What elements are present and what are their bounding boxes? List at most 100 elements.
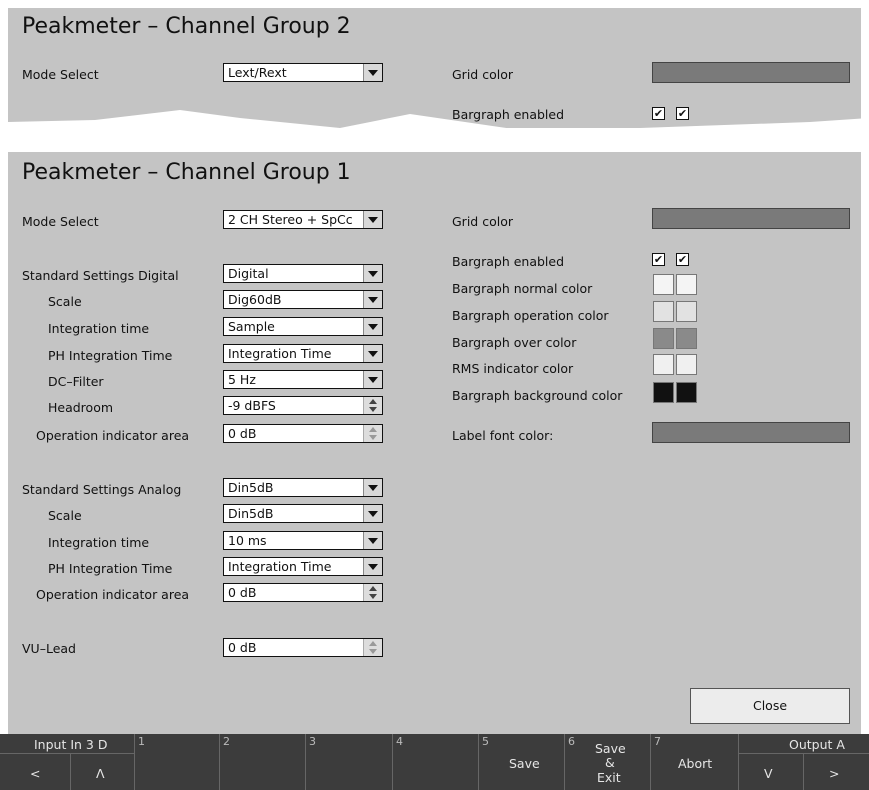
softkey-3[interactable]: 3: [306, 734, 393, 790]
standard-settings-digital-dropdown[interactable]: Digital: [223, 264, 383, 283]
standard-settings-analog-value: Din5dB: [228, 480, 274, 495]
bargraph-operation-color-left[interactable]: [653, 301, 674, 322]
chevron-down-icon: [363, 505, 382, 522]
label-font-color-label: Label font color:: [452, 428, 554, 443]
softkey-number: 1: [138, 735, 145, 748]
softkey-4[interactable]: 4: [393, 734, 479, 790]
chevron-down-icon: [363, 265, 382, 282]
next-output-icon[interactable]: >: [829, 766, 839, 781]
softkey-divider-top: [739, 753, 869, 754]
up-input-icon[interactable]: Λ: [96, 766, 105, 781]
analog-operation-indicator-value: 0 dB: [228, 585, 257, 600]
dc-filter-label: DC–Filter: [48, 374, 104, 389]
bargraph-checkbox-right-group-2[interactable]: ✔: [676, 107, 689, 120]
analog-ph-integration-label: PH Integration Time: [48, 561, 173, 576]
vu-lead-value: 0 dB: [228, 640, 257, 655]
analog-integration-time-dropdown[interactable]: 10 ms: [223, 531, 383, 550]
vu-lead-stepper[interactable]: 0 dB: [223, 638, 383, 657]
digital-operation-indicator-value: 0 dB: [228, 426, 257, 441]
headroom-label: Headroom: [48, 400, 114, 415]
chevron-down-icon: [363, 291, 382, 308]
analog-operation-indicator-label: Operation indicator area: [36, 587, 190, 602]
chevron-down-icon: [363, 532, 382, 549]
bargraph-checkbox-left-group-2[interactable]: ✔: [652, 107, 665, 120]
analog-scale-dropdown[interactable]: Din5dB: [223, 504, 383, 523]
save-softkey[interactable]: 5 Save: [479, 734, 565, 790]
rms-indicator-color-right[interactable]: [676, 354, 697, 375]
analog-ph-integration-dropdown[interactable]: Integration Time: [223, 557, 383, 576]
bargraph-checkbox-right[interactable]: ✔: [676, 253, 689, 266]
page-title-group-2: Peakmeter – Channel Group 2: [22, 14, 351, 39]
digital-ph-integration-label: PH Integration Time: [48, 348, 173, 363]
analog-scale-label: Scale: [48, 508, 82, 523]
bargraph-enabled-label: Bargraph enabled: [452, 254, 565, 269]
spin-arrows-icon[interactable]: [363, 584, 382, 601]
mode-select-dropdown[interactable]: 2 CH Stereo + SpCc: [223, 210, 383, 229]
prev-input-icon[interactable]: <: [30, 766, 40, 781]
softkey-2[interactable]: 2: [220, 734, 306, 790]
dc-filter-dropdown[interactable]: 5 Hz: [223, 370, 383, 389]
spin-arrows-icon[interactable]: [363, 639, 382, 656]
digital-ph-integration-value: Integration Time: [228, 346, 332, 361]
digital-scale-dropdown[interactable]: Dig60dB: [223, 290, 383, 309]
headroom-stepper[interactable]: -9 dBFS: [223, 396, 383, 415]
bargraph-operation-color-right[interactable]: [676, 301, 697, 322]
grid-color-label-group-2: Grid color: [452, 67, 513, 82]
mode-select-value: Lext/Rext: [228, 65, 287, 80]
digital-integration-time-dropdown[interactable]: Sample: [223, 317, 383, 336]
analog-integration-time-value: 10 ms: [228, 533, 267, 548]
standard-settings-analog-dropdown[interactable]: Din5dB: [223, 478, 383, 497]
softkey-output[interactable]: Output A V >: [739, 734, 869, 790]
bargraph-over-color-left[interactable]: [653, 328, 674, 349]
spin-arrows-icon[interactable]: [363, 397, 382, 414]
softkey-number: 7: [654, 735, 661, 748]
abort-softkey[interactable]: 7 Abort: [651, 734, 739, 790]
save-exit-softkey[interactable]: 6 Save & Exit: [565, 734, 651, 790]
bargraph-background-color-right[interactable]: [676, 382, 697, 403]
dc-filter-value: 5 Hz: [228, 372, 256, 387]
chevron-down-icon: [363, 371, 382, 388]
digital-operation-indicator-stepper[interactable]: 0 dB: [223, 424, 383, 443]
mode-select-dropdown-group-2[interactable]: Lext/Rext: [223, 63, 383, 82]
analog-ph-integration-value: Integration Time: [228, 559, 332, 574]
spin-arrows-icon[interactable]: [363, 425, 382, 442]
chevron-down-icon: [363, 211, 382, 228]
softkey-input-label: Input In 3 D: [34, 737, 108, 752]
bargraph-normal-color-label: Bargraph normal color: [452, 281, 593, 296]
abort-label: Abort: [678, 756, 713, 771]
grid-color-label: Grid color: [452, 214, 513, 229]
bargraph-normal-color-right[interactable]: [676, 274, 697, 295]
standard-settings-digital-value: Digital: [228, 266, 269, 281]
chevron-down-icon: [363, 318, 382, 335]
rms-indicator-color-left[interactable]: [653, 354, 674, 375]
save-exit-label-2: &: [605, 755, 615, 770]
save-exit-label-3: Exit: [597, 770, 621, 785]
label-font-color-picker[interactable]: [652, 422, 850, 443]
digital-integration-time-label: Integration time: [48, 321, 150, 336]
mode-select-label: Mode Select: [22, 214, 99, 229]
bargraph-over-color-label: Bargraph over color: [452, 335, 577, 350]
softkey-output-label: Output A: [789, 737, 845, 752]
down-output-icon[interactable]: V: [764, 766, 773, 781]
chevron-down-icon: [363, 64, 382, 81]
bargraph-background-color-left[interactable]: [653, 382, 674, 403]
standard-settings-digital-label: Standard Settings Digital: [22, 268, 179, 283]
softkey-input[interactable]: Input In 3 D < Λ: [0, 734, 135, 790]
close-button[interactable]: Close: [690, 688, 850, 724]
grid-color-picker-group-2[interactable]: [652, 62, 850, 83]
digital-ph-integration-dropdown[interactable]: Integration Time: [223, 344, 383, 363]
bargraph-normal-color-left[interactable]: [653, 274, 674, 295]
softkey-number: 3: [309, 735, 316, 748]
save-exit-label-1: Save: [595, 741, 626, 756]
digital-scale-label: Scale: [48, 294, 82, 309]
bargraph-over-color-right[interactable]: [676, 328, 697, 349]
standard-settings-analog-label: Standard Settings Analog: [22, 482, 182, 497]
bargraph-checkbox-left[interactable]: ✔: [652, 253, 665, 266]
grid-color-picker[interactable]: [652, 208, 850, 229]
analog-integration-time-label: Integration time: [48, 535, 150, 550]
analog-operation-indicator-stepper[interactable]: 0 dB: [223, 583, 383, 602]
softkey-1[interactable]: 1: [135, 734, 220, 790]
bargraph-background-color-label: Bargraph background color: [452, 388, 623, 403]
softkey-number: 6: [568, 735, 575, 748]
digital-scale-value: Dig60dB: [228, 292, 282, 307]
